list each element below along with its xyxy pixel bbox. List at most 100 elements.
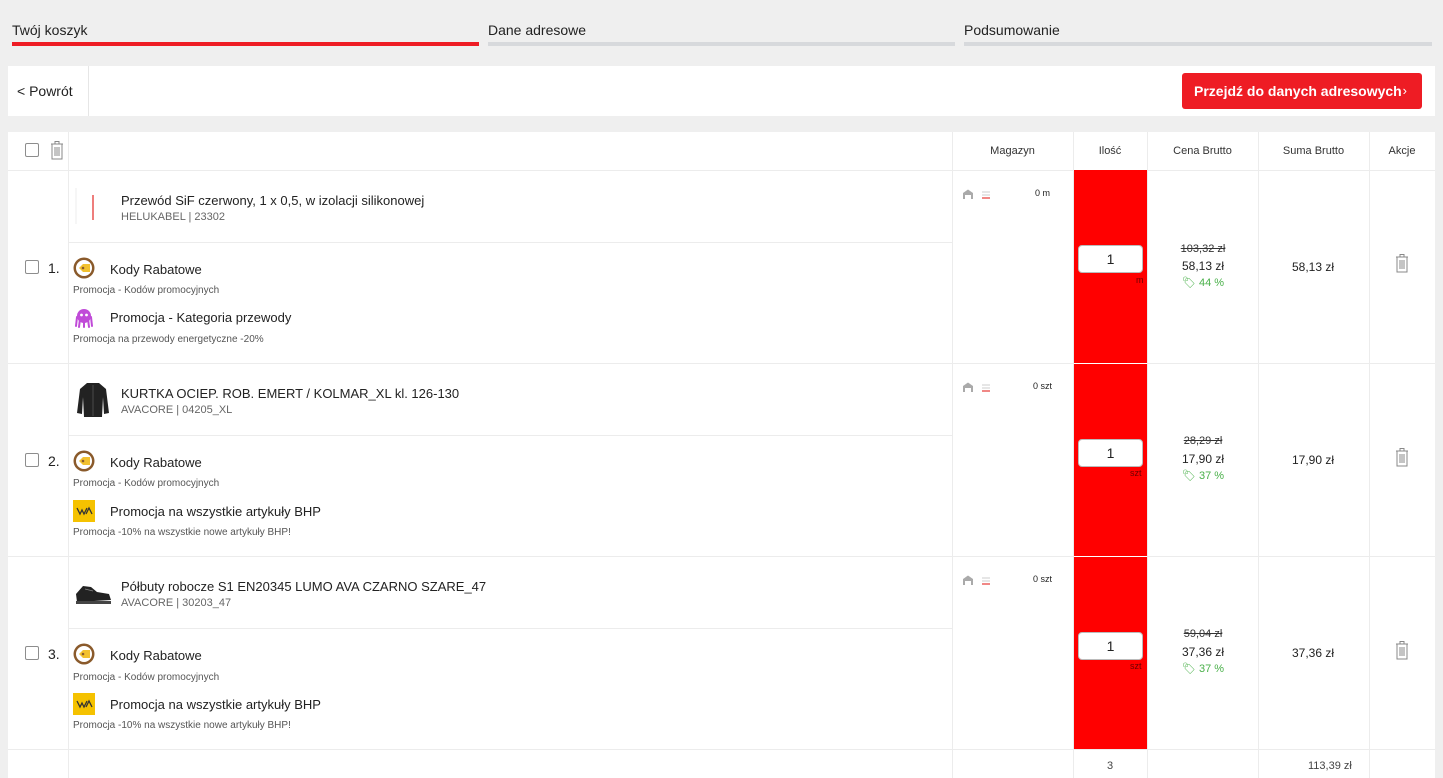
- coupon-icon: [73, 257, 95, 279]
- row-total: 58,13 zł: [1291, 260, 1335, 274]
- column-divider: [1369, 132, 1370, 778]
- delete-row-icon[interactable]: [1396, 254, 1408, 273]
- row-checkbox[interactable]: [25, 260, 39, 274]
- quantity-input[interactable]: 1: [1078, 245, 1143, 273]
- row-number: 2.: [48, 453, 60, 469]
- checkout-steps: Twój koszyk Dane adresowe Podsumowanie: [12, 21, 1432, 46]
- quantity-input[interactable]: 1: [1078, 632, 1143, 660]
- promo-description: Promocja - Kodów promocyjnych: [73, 285, 220, 296]
- go-to-address-button[interactable]: Przejdź do danych adresowych ›: [1182, 73, 1422, 109]
- tag-icon: 🏷︎: [1181, 470, 1196, 482]
- bhp-icon: [73, 500, 95, 522]
- cart-table: Magazyn Ilość Cena Brutto Suma Brutto Ak…: [8, 132, 1435, 778]
- header-stock: Magazyn: [990, 145, 1035, 157]
- product-promo-divider: [69, 628, 952, 629]
- product-name[interactable]: KURTKA OCIEP. ROB. EMERT / KOLMAR_XL kl.…: [121, 386, 459, 401]
- stock-amount: 0 m: [1034, 188, 1050, 198]
- discount-value: 44 %: [1198, 277, 1225, 289]
- product-name[interactable]: Przewód SiF czerwony, 1 x 0,5, w izolacj…: [121, 193, 424, 208]
- product-promo-divider: [69, 435, 952, 436]
- promo-title: Promocja na wszystkie artykuły BHP: [110, 697, 321, 712]
- step-address[interactable]: Dane adresowe: [488, 21, 955, 46]
- discount-badge: 🏷︎ 37 %: [1148, 662, 1258, 675]
- quantity-input[interactable]: 1: [1078, 439, 1143, 467]
- qty-row-divider: [1074, 556, 1147, 557]
- promo-title: Kody Rabatowe: [110, 648, 202, 663]
- row-divider: [8, 749, 1435, 750]
- cart-toolbar: < Powrót Przejdź do danych adresowych ›: [8, 66, 1435, 116]
- warehouse-icon: [963, 189, 990, 199]
- row-checkbox[interactable]: [25, 453, 39, 467]
- column-divider: [952, 132, 953, 778]
- select-all-checkbox[interactable]: [25, 143, 39, 157]
- step-address-progress: [488, 42, 955, 46]
- header-actions: Akcje: [1388, 145, 1416, 157]
- row-total: 17,90 zł: [1291, 453, 1335, 467]
- promo-title: Kody Rabatowe: [110, 455, 202, 470]
- promo-title: Promocja na wszystkie artykuły BHP: [110, 504, 321, 519]
- product-thumbnail[interactable]: [73, 186, 113, 226]
- row-divider: [8, 363, 1435, 364]
- row-checkbox[interactable]: [25, 646, 39, 660]
- row-number: 1.: [48, 260, 60, 276]
- step-cart[interactable]: Twój koszyk: [12, 21, 479, 46]
- stock-amount: 0 szt: [1032, 381, 1052, 391]
- promo-title: Promocja - Kategoria przewody: [110, 310, 292, 325]
- chevron-right-icon: ›: [1402, 83, 1407, 98]
- header-divider: [8, 170, 1435, 171]
- current-price: 37,36 zł: [1181, 645, 1225, 659]
- octopus-icon: [75, 309, 93, 328]
- promo-description: Promocja - Kodów promocyjnych: [73, 672, 220, 683]
- row-number: 3.: [48, 646, 60, 662]
- step-cart-progress: [12, 42, 479, 46]
- total-quantity: 3: [1106, 760, 1114, 772]
- step-summary-label: Podsumowanie: [964, 22, 1060, 38]
- current-price: 17,90 zł: [1181, 452, 1225, 466]
- product-sku: AVACORE | 30203_47: [121, 597, 232, 609]
- stock-amount: 0 szt: [1032, 574, 1052, 584]
- step-cart-label: Twój koszyk: [12, 22, 88, 38]
- warehouse-icon: [963, 575, 990, 585]
- step-summary[interactable]: Podsumowanie: [964, 21, 1432, 46]
- delete-row-icon[interactable]: [1396, 641, 1408, 660]
- back-button[interactable]: < Powrót: [8, 66, 89, 116]
- tag-icon: 🏷︎: [1181, 663, 1196, 675]
- coupon-icon: [73, 643, 95, 665]
- discount-badge: 🏷︎ 44 %: [1148, 276, 1258, 289]
- delete-row-icon[interactable]: [1396, 448, 1408, 467]
- qty-row-divider: [1074, 363, 1147, 364]
- discount-badge: 🏷︎ 37 %: [1148, 469, 1258, 482]
- old-price: 103,32 zł: [1180, 243, 1226, 255]
- product-name[interactable]: Półbuty robocze S1 EN20345 LUMO AVA CZAR…: [121, 579, 486, 594]
- header-qty: Ilość: [1098, 145, 1122, 157]
- promo-description: Promocja -10% na wszystkie nowe artykuły…: [73, 527, 291, 538]
- coupon-icon: [73, 450, 95, 472]
- discount-value: 37 %: [1198, 663, 1225, 675]
- product-thumbnail[interactable]: [73, 572, 113, 612]
- header-sum: Suma Brutto: [1282, 145, 1345, 157]
- quantity-unit: szt: [1130, 661, 1142, 671]
- product-sku: AVACORE | 04205_XL: [121, 404, 233, 416]
- column-divider: [68, 132, 69, 778]
- old-price: 28,29 zł: [1183, 435, 1223, 447]
- row-divider: [8, 556, 1435, 557]
- promo-description: Promocja na przewody energetyczne -20%: [73, 334, 264, 345]
- promo-description: Promocja - Kodów promocyjnych: [73, 478, 220, 489]
- tag-icon: 🏷︎: [1181, 277, 1196, 289]
- quantity-unit: szt: [1130, 468, 1142, 478]
- delete-selected-icon[interactable]: [51, 141, 63, 160]
- old-price: 59,04 zł: [1183, 628, 1223, 640]
- current-price: 58,13 zł: [1181, 259, 1225, 273]
- header-price: Cena Brutto: [1173, 145, 1232, 157]
- product-sku: HELUKABEL | 23302: [121, 211, 225, 223]
- promo-description: Promocja -10% na wszystkie nowe artykuły…: [73, 720, 291, 731]
- warehouse-icon: [963, 382, 990, 392]
- promo-title: Kody Rabatowe: [110, 262, 202, 277]
- product-thumbnail[interactable]: [73, 379, 113, 419]
- step-address-label: Dane adresowe: [488, 22, 587, 38]
- bhp-icon: [73, 693, 95, 715]
- go-to-address-label: Przejdź do danych adresowych: [1194, 83, 1402, 99]
- grand-total: 113,39 zł: [1308, 760, 1352, 772]
- step-summary-progress: [964, 42, 1432, 46]
- quantity-unit: m: [1136, 275, 1144, 285]
